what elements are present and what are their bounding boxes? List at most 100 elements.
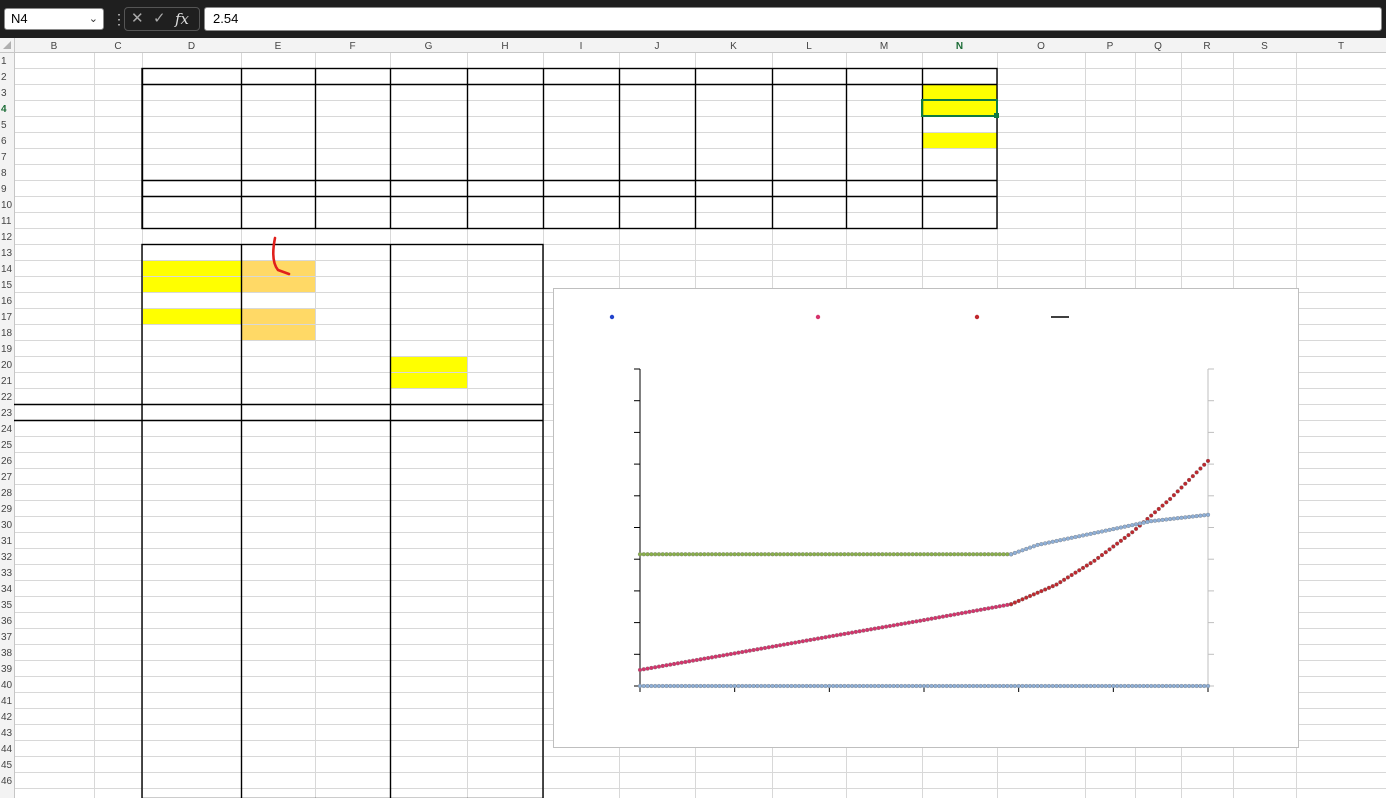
- chart-point: [952, 552, 957, 557]
- row-header-21[interactable]: 21: [1, 376, 13, 387]
- row-header-34[interactable]: 34: [1, 584, 13, 595]
- fill-handle[interactable]: [994, 113, 999, 118]
- chart-point: [1198, 466, 1203, 471]
- column-header-P[interactable]: P: [1107, 41, 1114, 52]
- column-header-F[interactable]: F: [349, 41, 355, 52]
- row-header-44[interactable]: 44: [1, 744, 13, 755]
- chart-point: [910, 683, 915, 689]
- row-header-37[interactable]: 37: [1, 632, 13, 643]
- row-header-13[interactable]: 13: [1, 248, 13, 259]
- row-header-28[interactable]: 28: [1, 488, 13, 499]
- column-header-S[interactable]: S: [1261, 41, 1268, 52]
- column-header-K[interactable]: K: [730, 41, 737, 52]
- row-header-38[interactable]: 38: [1, 648, 13, 659]
- row-header-42[interactable]: 42: [1, 712, 13, 723]
- row-header-25[interactable]: 25: [1, 440, 13, 451]
- row-header-36[interactable]: 36: [1, 616, 13, 627]
- column-header-M[interactable]: M: [880, 41, 888, 52]
- spreadsheet-grid[interactable]: B C D E F G H I J K L M N O P Q R S T 1 2 3 4 5 6 7 8 9 10 11 12 13 14 15…: [0, 38, 1386, 798]
- row-header-29[interactable]: 29: [1, 504, 13, 515]
- row-header-3[interactable]: 3: [1, 88, 7, 99]
- row-header-46[interactable]: 46: [1, 776, 13, 787]
- column-header-C[interactable]: C: [114, 41, 121, 52]
- row-header-45[interactable]: 45: [1, 760, 13, 771]
- row-header-20[interactable]: 20: [1, 360, 13, 371]
- row-header-4[interactable]: 4: [1, 104, 7, 115]
- row-header-15[interactable]: 15: [1, 280, 13, 291]
- row-header-41[interactable]: 41: [1, 696, 13, 707]
- chart-point: [1092, 530, 1097, 536]
- row-header-6[interactable]: 6: [1, 136, 7, 147]
- chart-point: [1141, 520, 1146, 525]
- enter-icon[interactable]: ✓: [153, 8, 166, 30]
- column-header-O[interactable]: O: [1037, 41, 1045, 52]
- row-header-26[interactable]: 26: [1, 456, 13, 467]
- row-header-18[interactable]: 18: [1, 328, 13, 339]
- column-header-D[interactable]: D: [188, 41, 195, 52]
- row-header-43[interactable]: 43: [1, 728, 13, 739]
- chart-point: [1092, 558, 1097, 563]
- chart-point: [808, 683, 813, 689]
- row-header-9[interactable]: 9: [1, 184, 7, 195]
- chart-point: [944, 683, 949, 689]
- chart-point: [755, 683, 760, 689]
- chart-point: [1194, 470, 1199, 475]
- column-header-R[interactable]: R: [1203, 41, 1210, 52]
- row-header-22[interactable]: 22: [1, 392, 13, 403]
- column-header-Q[interactable]: Q: [1154, 41, 1162, 52]
- chart-point: [1118, 525, 1123, 530]
- column-header-G[interactable]: G: [425, 41, 433, 52]
- chart-point: [709, 655, 714, 660]
- row-header-17[interactable]: 17: [1, 312, 13, 323]
- column-header-B[interactable]: B: [51, 41, 58, 52]
- chart-point: [1054, 683, 1059, 689]
- row-header-35[interactable]: 35: [1, 600, 13, 611]
- column-header-H[interactable]: H: [501, 41, 508, 52]
- column-header-I[interactable]: I: [580, 41, 583, 52]
- chart-point: [1205, 512, 1211, 517]
- row-header-1[interactable]: 1: [1, 56, 7, 67]
- column-header-L[interactable]: L: [806, 41, 812, 52]
- chart-point: [660, 683, 665, 689]
- chart-point: [910, 619, 915, 625]
- series-4: [637, 552, 1014, 557]
- chart-point: [812, 552, 817, 557]
- chart-container[interactable]: [553, 288, 1299, 748]
- row-header-30[interactable]: 30: [1, 520, 13, 531]
- row-header-32[interactable]: 32: [1, 552, 13, 563]
- column-header-E[interactable]: E: [275, 41, 282, 52]
- cancel-icon[interactable]: ✕: [131, 8, 144, 30]
- chart-point: [732, 683, 737, 689]
- column-header-T[interactable]: T: [1338, 41, 1344, 52]
- chart-point: [812, 637, 817, 642]
- chart-point: [1046, 540, 1052, 545]
- row-header-16[interactable]: 16: [1, 296, 13, 307]
- chart-point: [963, 610, 968, 615]
- column-header-N[interactable]: N: [956, 41, 963, 52]
- name-box[interactable]: N4 ⌄: [4, 8, 104, 30]
- chart-point: [1149, 683, 1154, 689]
- row-header-39[interactable]: 39: [1, 664, 13, 675]
- row-header-5[interactable]: 5: [1, 120, 7, 131]
- row-header-27[interactable]: 27: [1, 472, 13, 483]
- row-header-40[interactable]: 40: [1, 680, 13, 691]
- chevron-down-icon[interactable]: ⌄: [89, 9, 98, 29]
- insert-function-icon[interactable]: fx: [175, 8, 189, 30]
- chart-point: [1020, 597, 1025, 602]
- chart-point: [1065, 575, 1070, 580]
- row-header-10[interactable]: 10: [1, 200, 13, 211]
- row-header-23[interactable]: 23: [1, 408, 13, 419]
- row-header-33[interactable]: 33: [1, 568, 13, 579]
- row-header-14[interactable]: 14: [1, 264, 13, 275]
- row-header-12[interactable]: 12: [1, 232, 13, 243]
- chart-point: [1065, 536, 1070, 541]
- row-header-19[interactable]: 19: [1, 344, 13, 355]
- row-header-24[interactable]: 24: [1, 424, 13, 435]
- row-header-8[interactable]: 8: [1, 168, 7, 179]
- column-header-J[interactable]: J: [655, 41, 660, 52]
- formula-input[interactable]: 2.54: [204, 7, 1382, 31]
- row-header-7[interactable]: 7: [1, 152, 7, 163]
- row-header-31[interactable]: 31: [1, 536, 13, 547]
- row-header-11[interactable]: 11: [1, 216, 12, 227]
- row-header-2[interactable]: 2: [1, 72, 7, 83]
